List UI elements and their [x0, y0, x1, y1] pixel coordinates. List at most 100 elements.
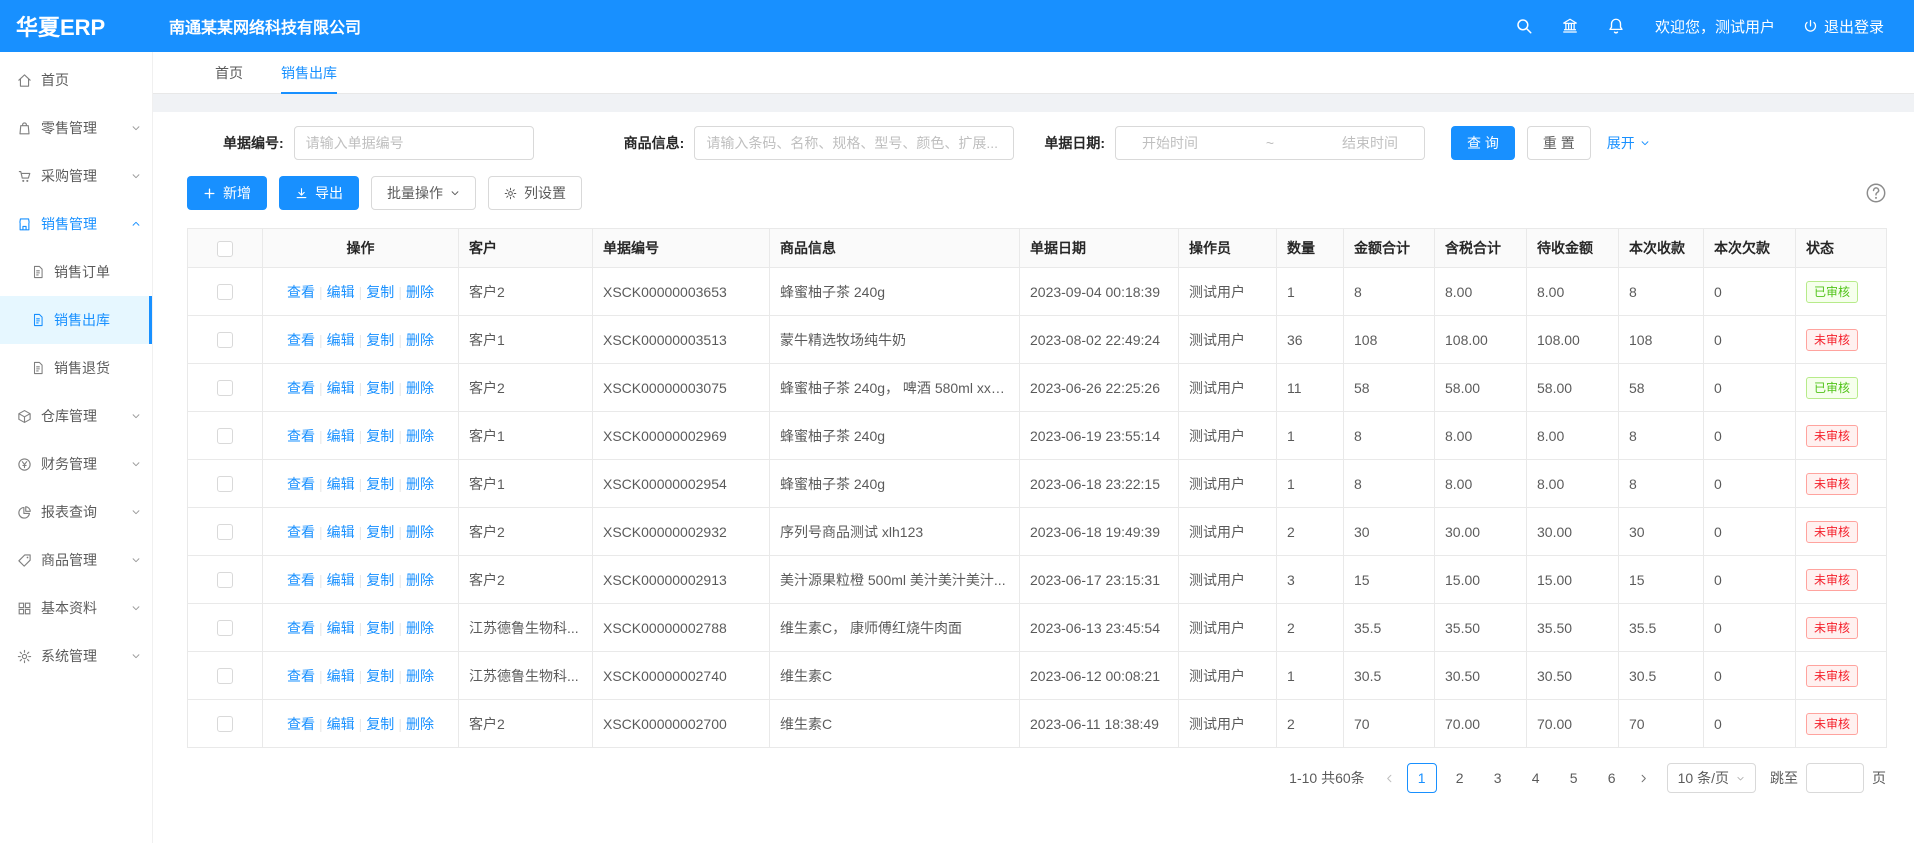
sidebar-item-sales-order[interactable]: 销售订单: [0, 248, 152, 296]
row-action-delete[interactable]: 删除: [406, 716, 434, 732]
row-action-copy[interactable]: 复制: [366, 284, 394, 300]
add-button[interactable]: 新增: [187, 176, 267, 210]
sidebar-item-system[interactable]: 系统管理: [0, 632, 152, 680]
row-action-delete[interactable]: 删除: [406, 476, 434, 492]
row-action-view[interactable]: 查看: [287, 476, 315, 492]
next-page-button[interactable]: [1631, 763, 1657, 793]
cell-date: 2023-09-04 00:18:39: [1020, 268, 1179, 316]
row-action-edit[interactable]: 编辑: [327, 668, 355, 684]
column-settings-button[interactable]: 列设置: [488, 176, 582, 210]
tab-home[interactable]: 首页: [215, 52, 243, 93]
row-action-copy[interactable]: 复制: [366, 380, 394, 396]
row-action-delete[interactable]: 删除: [406, 380, 434, 396]
row-action-copy[interactable]: 复制: [366, 332, 394, 348]
row-action-edit[interactable]: 编辑: [327, 428, 355, 444]
row-action-edit[interactable]: 编辑: [327, 620, 355, 636]
prev-page-button[interactable]: [1377, 763, 1403, 793]
search-icon[interactable]: [1515, 17, 1533, 35]
row-action-delete[interactable]: 删除: [406, 428, 434, 444]
cell-qty: 2: [1277, 508, 1344, 556]
row-action-view[interactable]: 查看: [287, 332, 315, 348]
date-separator: ~: [1266, 135, 1274, 151]
row-action-copy[interactable]: 复制: [366, 716, 394, 732]
bell-icon[interactable]: [1607, 17, 1625, 35]
row-action-delete[interactable]: 删除: [406, 572, 434, 588]
select-all-checkbox[interactable]: [217, 241, 233, 257]
row-action-delete[interactable]: 删除: [406, 332, 434, 348]
row-action-copy[interactable]: 复制: [366, 476, 394, 492]
row-action-copy[interactable]: 复制: [366, 428, 394, 444]
row-action-copy[interactable]: 复制: [366, 572, 394, 588]
row-checkbox[interactable]: [217, 428, 233, 444]
row-action-view[interactable]: 查看: [287, 284, 315, 300]
page-button-6[interactable]: 6: [1597, 763, 1627, 793]
sidebar-item-sales-return[interactable]: 销售退货: [0, 344, 152, 392]
row-checkbox[interactable]: [217, 572, 233, 588]
sidebar-item-report[interactable]: 报表查询: [0, 488, 152, 536]
row-action-edit[interactable]: 编辑: [327, 524, 355, 540]
row-action-delete[interactable]: 删除: [406, 620, 434, 636]
page-button-3[interactable]: 3: [1483, 763, 1513, 793]
cell-debt: 0: [1704, 412, 1796, 460]
row-action-edit[interactable]: 编辑: [327, 572, 355, 588]
page-size-select[interactable]: 10 条/页: [1667, 763, 1756, 793]
action-separator: |: [359, 428, 363, 444]
bill-no-input[interactable]: [294, 126, 534, 160]
page-button-1[interactable]: 1: [1407, 763, 1437, 793]
tab-sales-out[interactable]: 销售出库: [281, 52, 337, 93]
cell-received: 108: [1619, 316, 1704, 364]
row-checkbox[interactable]: [217, 524, 233, 540]
sidebar-item-base[interactable]: 基本资料: [0, 584, 152, 632]
sidebar-item-finance[interactable]: 财务管理: [0, 440, 152, 488]
page-button-4[interactable]: 4: [1521, 763, 1551, 793]
sidebar-item-home[interactable]: 首页: [0, 56, 152, 104]
row-action-view[interactable]: 查看: [287, 380, 315, 396]
export-button[interactable]: 导出: [279, 176, 359, 210]
sidebar-item-warehouse[interactable]: 仓库管理: [0, 392, 152, 440]
row-checkbox[interactable]: [217, 620, 233, 636]
logout-button[interactable]: 退出登录: [1803, 16, 1884, 37]
sidebar-item-purchase[interactable]: 采购管理: [0, 152, 152, 200]
row-action-edit[interactable]: 编辑: [327, 476, 355, 492]
jump-input[interactable]: [1806, 763, 1864, 793]
row-action-edit[interactable]: 编辑: [327, 380, 355, 396]
sidebar-item-sales[interactable]: 销售管理: [0, 200, 152, 248]
row-action-edit[interactable]: 编辑: [327, 332, 355, 348]
row-checkbox[interactable]: [217, 668, 233, 684]
row-action-edit[interactable]: 编辑: [327, 284, 355, 300]
sidebar-item-retail[interactable]: 零售管理: [0, 104, 152, 152]
batch-operation-button[interactable]: 批量操作: [371, 176, 476, 210]
sidebar-item-sales-out[interactable]: 销售出库: [0, 296, 152, 344]
bank-icon[interactable]: [1561, 17, 1579, 35]
date-range-picker[interactable]: 开始时间 ~ 结束时间: [1115, 126, 1425, 160]
cell-goods: 维生素C， 康师傅红烧牛肉面: [770, 604, 1020, 652]
row-action-view[interactable]: 查看: [287, 572, 315, 588]
row-action-view[interactable]: 查看: [287, 716, 315, 732]
row-action-delete[interactable]: 删除: [406, 668, 434, 684]
row-action-view[interactable]: 查看: [287, 428, 315, 444]
row-checkbox[interactable]: [217, 476, 233, 492]
reset-button[interactable]: 重 置: [1527, 126, 1591, 160]
row-checkbox[interactable]: [217, 716, 233, 732]
row-action-delete[interactable]: 删除: [406, 524, 434, 540]
sidebar: 首页零售管理采购管理销售管理销售订单销售出库销售退货仓库管理财务管理报表查询商品…: [0, 52, 153, 843]
row-action-copy[interactable]: 复制: [366, 524, 394, 540]
row-checkbox[interactable]: [217, 380, 233, 396]
row-action-edit[interactable]: 编辑: [327, 716, 355, 732]
search-button[interactable]: 查 询: [1451, 126, 1515, 160]
row-action-delete[interactable]: 删除: [406, 284, 434, 300]
help-icon[interactable]: [1865, 182, 1887, 204]
page-button-5[interactable]: 5: [1559, 763, 1589, 793]
expand-link[interactable]: 展开: [1607, 133, 1650, 153]
row-action-view[interactable]: 查看: [287, 668, 315, 684]
row-action-view[interactable]: 查看: [287, 524, 315, 540]
goods-input[interactable]: [694, 126, 1014, 160]
row-checkbox[interactable]: [217, 284, 233, 300]
sidebar-item-goods[interactable]: 商品管理: [0, 536, 152, 584]
row-checkbox[interactable]: [217, 332, 233, 348]
row-action-view[interactable]: 查看: [287, 620, 315, 636]
page-button-2[interactable]: 2: [1445, 763, 1475, 793]
toolbar: 新增 导出 批量操作 列设置: [187, 176, 1887, 210]
row-action-copy[interactable]: 复制: [366, 620, 394, 636]
row-action-copy[interactable]: 复制: [366, 668, 394, 684]
